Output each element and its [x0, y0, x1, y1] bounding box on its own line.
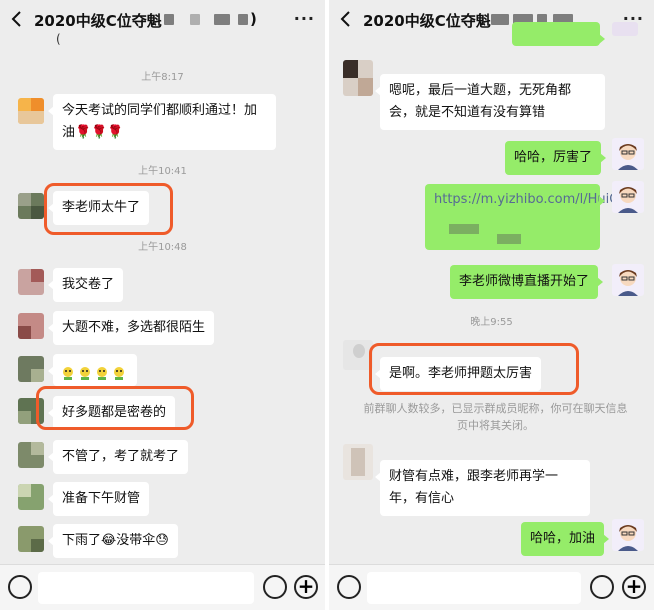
teacher-avatar-icon: [618, 187, 638, 213]
message-text: 嗯呢，最后一道大题，无死角都会，就是不知道有没有算错: [389, 83, 572, 120]
teacher-avatar-icon: [618, 525, 638, 551]
avatar-self[interactable]: [612, 138, 644, 170]
emoji-icon[interactable]: [263, 575, 287, 599]
system-notice: 前群聊人数较多，已显示群成员昵称，你可在聊天信息页中将其关闭。: [363, 402, 628, 432]
message-bubble[interactable]: 嗯呢，最后一道大题，无死角都会，就是不知道有没有算错: [375, 74, 605, 130]
chat-pane-left: 2020中级C位夺魁 ) ··· ( 上午8:17 今天考试的同学们都顺利通过！…: [0, 0, 325, 610]
voice-icon[interactable]: [8, 575, 32, 599]
message-text: 今天考试的同学们都顺利通过！加油🌹🌹🌹: [62, 103, 258, 140]
teacher-avatar-icon: [618, 270, 638, 296]
voice-icon[interactable]: [337, 575, 361, 599]
avatar[interactable]: [18, 313, 44, 339]
cut-off-bubble: [512, 22, 605, 46]
emoji-icon[interactable]: [590, 575, 614, 599]
message-input[interactable]: [367, 572, 581, 604]
message-bubble-self[interactable]: 哈哈，加油: [521, 522, 610, 556]
input-toolbar: +: [0, 564, 325, 610]
timestamp: 晚上9:55: [470, 317, 513, 328]
timestamp: 上午10:48: [138, 242, 187, 253]
avatar-self[interactable]: [612, 181, 644, 213]
message-bubble[interactable]: 我交卷了: [47, 268, 124, 302]
chat-header: 2020中级C位夺魁 ···: [329, 0, 654, 38]
link-bubble[interactable]: https://m.yizhibo.com/l/HuiQ...: [425, 184, 632, 250]
censor-block: [164, 14, 174, 25]
teacher-avatar-icon: [618, 144, 638, 170]
input-toolbar: +: [329, 564, 654, 610]
screenshot-composite: 2020中级C位夺魁 ) ··· ( 上午8:17 今天考试的同学们都顺利通过！…: [0, 0, 654, 610]
message-text: 下雨了😂没带伞😓: [62, 533, 169, 548]
avatar[interactable]: [18, 98, 44, 124]
censor-block: [190, 14, 200, 25]
avatar[interactable]: [343, 60, 373, 96]
message-text: 财管有点难，跟李老师再学一年，有信心: [389, 469, 559, 506]
avatar-self[interactable]: [612, 519, 644, 551]
message-text: 不管了，考了就考了: [62, 449, 180, 464]
avatar-self[interactable]: [612, 264, 644, 296]
message-bubble[interactable]: 今天考试的同学们都顺利通过！加油🌹🌹🌹: [48, 94, 276, 150]
more-icon[interactable]: ···: [294, 9, 315, 28]
chat-header: 2020中级C位夺魁 ) ···: [0, 0, 325, 38]
timestamp: 上午8:17: [141, 72, 184, 83]
message-text: 哈哈，厉害了: [514, 150, 593, 165]
message-bubble[interactable]: [48, 354, 137, 386]
avatar[interactable]: [18, 193, 44, 219]
censor-block: [238, 14, 248, 25]
plus-icon[interactable]: +: [622, 575, 646, 599]
chick-emoji-icon: [97, 366, 107, 380]
highlight-circle: [369, 343, 579, 395]
back-icon[interactable]: [337, 9, 355, 29]
message-bubble[interactable]: 大题不难，多选都很陌生: [47, 311, 215, 345]
chat-title: 2020中级C位夺魁: [34, 12, 162, 30]
plus-icon[interactable]: +: [294, 575, 318, 599]
message-bubble-self[interactable]: 哈哈，厉害了: [505, 141, 607, 175]
avatar[interactable]: [18, 442, 44, 468]
avatar[interactable]: [612, 22, 638, 36]
censor-block: [491, 14, 509, 25]
message-input[interactable]: [38, 572, 254, 604]
back-icon[interactable]: [8, 9, 26, 29]
timestamp: 上午10:41: [138, 166, 187, 177]
cut-off-text: (: [56, 32, 61, 46]
highlight-circle: [36, 386, 194, 430]
avatar[interactable]: [18, 269, 44, 295]
link-text[interactable]: https://m.yizhibo.com/l/HuiQ...: [434, 192, 632, 207]
message-bubble[interactable]: 准备下午财管: [47, 482, 150, 516]
highlight-circle: [44, 183, 173, 235]
avatar[interactable]: [18, 356, 44, 382]
message-text: 准备下午财管: [62, 491, 141, 506]
chick-emoji-icon: [114, 366, 124, 380]
message-text: 我交卷了: [62, 277, 115, 292]
chat-title: 2020中级C位夺魁: [363, 12, 491, 30]
chick-emoji-icon: [80, 366, 90, 380]
avatar[interactable]: [18, 484, 44, 510]
message-bubble[interactable]: 财管有点难，跟李老师再学一年，有信心: [375, 460, 590, 516]
message-bubble[interactable]: 下雨了😂没带伞😓: [48, 524, 178, 558]
chick-emoji-icon: [63, 366, 73, 380]
message-bubble[interactable]: 不管了，考了就考了: [47, 440, 189, 474]
message-text: 哈哈，加油: [530, 531, 596, 546]
message-text: 大题不难，多选都很陌生: [62, 320, 206, 335]
avatar[interactable]: [18, 526, 44, 552]
message-text: 李老师微博直播开始了: [459, 274, 590, 289]
title-suffix: ): [250, 10, 257, 28]
avatar[interactable]: [343, 444, 373, 480]
message-bubble-self[interactable]: 李老师微博直播开始了: [450, 265, 604, 299]
chat-pane-right: 2020中级C位夺魁 ··· 嗯呢，最后一道大题，无死角都会，就是不知道有没有算…: [329, 0, 654, 610]
censor-block: [214, 14, 230, 25]
